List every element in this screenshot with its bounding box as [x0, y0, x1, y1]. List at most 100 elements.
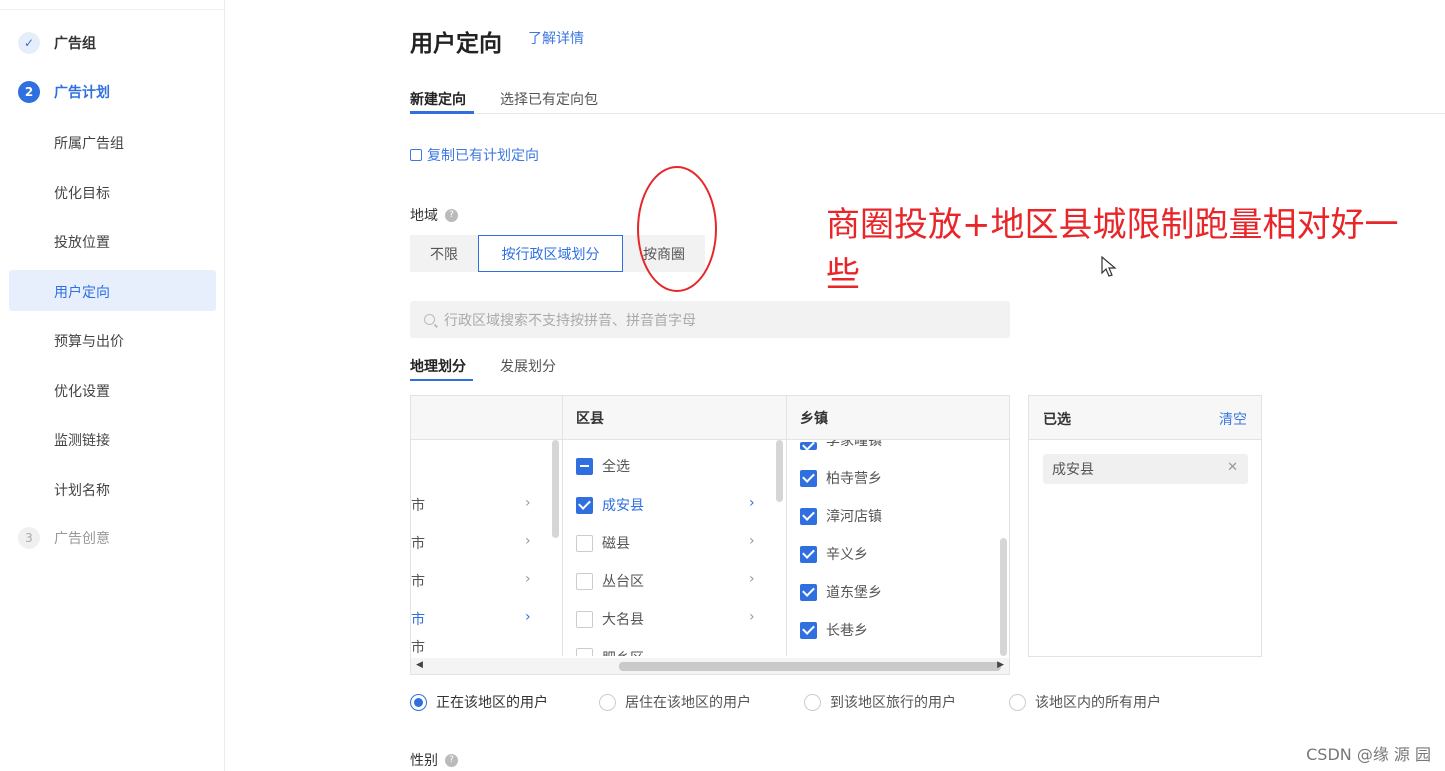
- town-row[interactable]: 长巷乡: [800, 611, 868, 649]
- help-icon[interactable]: ?: [445, 753, 458, 767]
- region-label-text: 地域: [410, 208, 438, 224]
- close-icon[interactable]: ✕: [1227, 460, 1238, 475]
- checkbox-checked-icon: [800, 621, 817, 639]
- sidebar-item-optimization-settings[interactable]: 优化设置: [54, 381, 110, 401]
- sidebar-item-highlight: [9, 270, 216, 311]
- chevron-right-icon: ›: [749, 495, 755, 511]
- chevron-right-icon: ›: [525, 533, 531, 549]
- scroll-right-icon[interactable]: ▶: [997, 660, 1004, 670]
- step-label: 广告计划: [54, 85, 110, 101]
- town-label: 漳河店镇: [826, 509, 882, 525]
- selected-panel: 已选 清空 成安县 ✕: [1028, 395, 1262, 657]
- checkbox-checked-icon: [800, 583, 817, 601]
- radio-label: 该地区内的所有用户: [1035, 695, 1161, 711]
- county-label: 全选: [602, 459, 630, 475]
- town-row[interactable]: 道东堡乡: [800, 573, 882, 611]
- scrollbar[interactable]: [776, 440, 783, 502]
- checkbox-partial-icon: [576, 457, 593, 475]
- county-row[interactable]: 大名县: [576, 600, 644, 638]
- county-label: 肥乡区: [602, 648, 644, 656]
- tab-new-targeting[interactable]: 新建定向: [410, 89, 466, 109]
- page-title: 用户定向: [410, 31, 502, 57]
- town-row[interactable]: 漳河店镇: [800, 497, 882, 535]
- sidebar-item-plan-name[interactable]: 计划名称: [54, 480, 110, 500]
- town-column-header: 乡镇: [786, 396, 1009, 440]
- step-ad-plan[interactable]: 2 广告计划: [18, 81, 110, 103]
- sidebar-item-optimization-goal[interactable]: 优化目标: [54, 183, 110, 203]
- search-icon: [424, 314, 435, 325]
- town-label: 辛义乡: [826, 547, 868, 563]
- county-row-select-all[interactable]: 全选: [576, 447, 630, 485]
- radio-current-users[interactable]: 正在该地区的用户: [410, 692, 548, 712]
- step-ad-creative[interactable]: 3 广告创意: [18, 527, 110, 549]
- scrollbar[interactable]: [552, 440, 559, 538]
- city-row-active[interactable]: 市: [411, 600, 425, 638]
- horizontal-scrollbar[interactable]: ◀ ▶: [411, 658, 1009, 674]
- county-row[interactable]: 丛台区: [576, 562, 644, 600]
- county-label: 丛台区: [602, 574, 644, 590]
- copy-icon: [410, 149, 422, 161]
- radio-icon: [599, 693, 616, 711]
- county-column-header: 区县: [562, 396, 786, 440]
- city-row[interactable]: 市: [411, 524, 425, 562]
- step-number-badge: 2: [18, 81, 40, 103]
- county-label: 大名县: [602, 612, 644, 628]
- chevron-right-icon: ›: [749, 571, 755, 587]
- mouse-cursor-icon: [1101, 256, 1117, 277]
- radio-resident-users[interactable]: 居住在该地区的用户: [599, 692, 751, 712]
- sidebar-item-ad-group[interactable]: 所属广告组: [54, 133, 124, 153]
- sidebar-item-tracking-link[interactable]: 监测链接: [54, 430, 110, 450]
- tag-label: 成安县: [1052, 462, 1094, 478]
- county-row[interactable]: 成安县: [576, 486, 644, 524]
- checkbox-icon: [576, 572, 593, 590]
- chevron-right-icon: ›: [525, 495, 531, 511]
- region-option-unlimited[interactable]: 不限: [410, 235, 478, 272]
- radio-label: 居住在该地区的用户: [625, 695, 751, 711]
- city-row[interactable]: 市: [411, 562, 425, 600]
- county-label: 磁县: [602, 536, 630, 552]
- town-label: 李家疃镇: [826, 440, 882, 449]
- clear-button[interactable]: 清空: [1219, 409, 1247, 429]
- city-row[interactable]: 市: [411, 486, 425, 524]
- step-label: 广告创意: [54, 531, 110, 547]
- checkbox-checked-icon: [800, 442, 817, 450]
- radio-selected-icon: [410, 693, 427, 711]
- town-row[interactable]: 辛义乡: [800, 535, 868, 573]
- step-ad-group[interactable]: ✓ 广告组: [18, 32, 96, 54]
- help-icon[interactable]: ?: [445, 208, 458, 222]
- step-label: 广告组: [54, 36, 96, 52]
- scrollbar-thumb[interactable]: [619, 662, 1001, 671]
- county-label: 成安县: [602, 498, 644, 514]
- tabs-divider: [410, 113, 1445, 114]
- search-placeholder: 行政区域搜索不支持按拼音、拼音首字母: [444, 312, 696, 329]
- sidebar-item-budget-bid[interactable]: 预算与出价: [54, 331, 124, 351]
- sidebar: ✓ 广告组 2 广告计划 所属广告组 优化目标 投放位置 用户定向 预算与出价 …: [0, 0, 225, 771]
- town-row[interactable]: 柏寺营乡: [800, 459, 882, 497]
- tab-existing-package[interactable]: 选择已有定向包: [500, 89, 598, 109]
- scroll-left-icon[interactable]: ◀: [416, 660, 423, 670]
- learn-more-link[interactable]: 了解详情: [528, 28, 584, 48]
- checkbox-checked-icon: [800, 545, 817, 563]
- divider: [0, 9, 225, 10]
- radio-all-users[interactable]: 该地区内的所有用户: [1009, 692, 1161, 712]
- checkbox-icon: [576, 648, 593, 656]
- gender-label-text: 性别: [410, 753, 438, 769]
- copy-targeting-link[interactable]: 复制已有计划定向: [410, 145, 539, 165]
- county-row[interactable]: 磁县: [576, 524, 630, 562]
- region-option-admin[interactable]: 按行政区域划分: [478, 235, 623, 272]
- town-row[interactable]: 李家疃镇: [800, 440, 882, 450]
- region-search-input[interactable]: 行政区域搜索不支持按拼音、拼音首字母: [410, 301, 1010, 338]
- checkbox-checked-icon: [576, 496, 593, 514]
- sidebar-item-user-targeting[interactable]: 用户定向: [54, 282, 110, 302]
- chevron-right-icon: ›: [525, 571, 531, 587]
- selected-tag: 成安县 ✕: [1043, 454, 1248, 484]
- subtab-geographic[interactable]: 地理划分: [410, 356, 466, 376]
- county-row[interactable]: 肥乡区: [576, 638, 644, 656]
- scrollbar[interactable]: [1000, 538, 1007, 656]
- annotation-circle: [637, 166, 717, 292]
- checkbox-checked-icon: [800, 507, 817, 525]
- sidebar-item-placement[interactable]: 投放位置: [54, 232, 110, 252]
- subtab-development[interactable]: 发展划分: [500, 356, 556, 376]
- city-row[interactable]: 市: [411, 638, 425, 656]
- radio-traveler-users[interactable]: 到该地区旅行的用户: [804, 692, 956, 712]
